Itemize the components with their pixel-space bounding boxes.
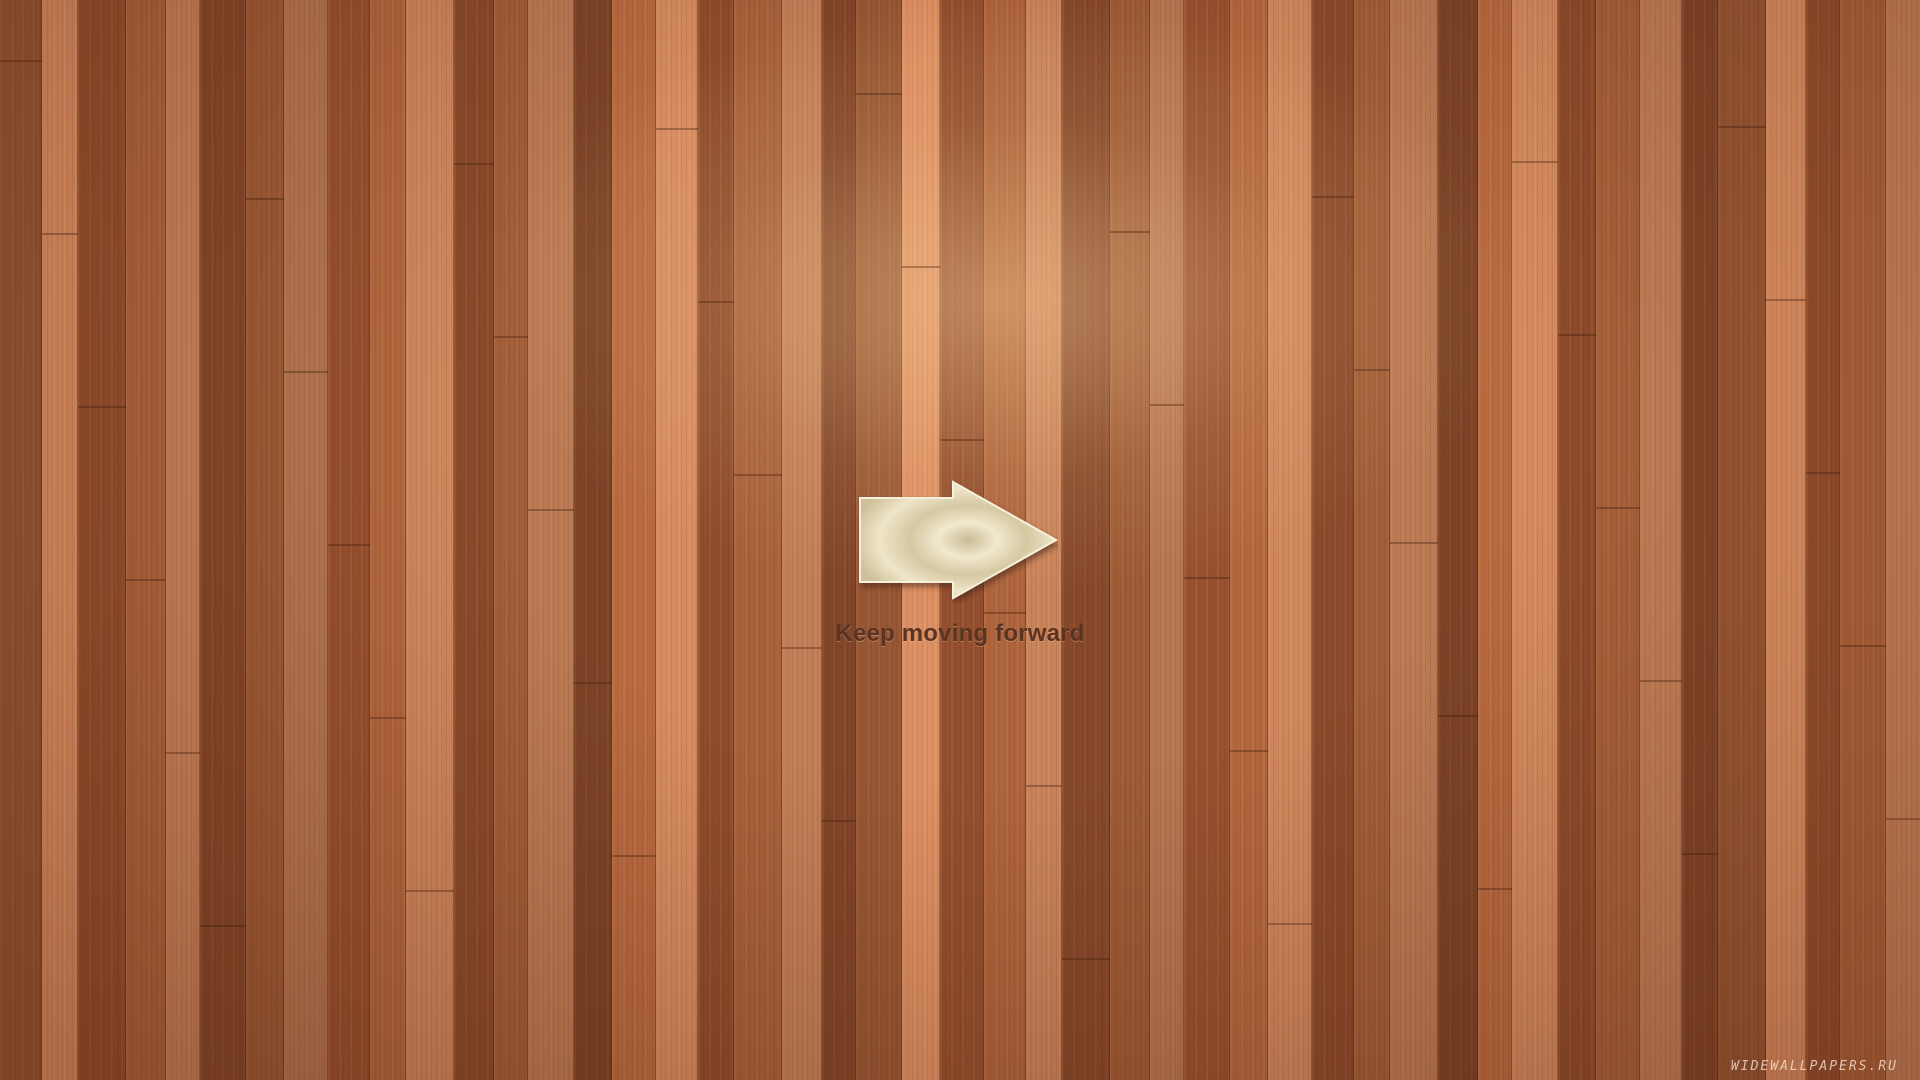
wood-plank [1354, 0, 1390, 1080]
wood-plank [822, 0, 856, 1080]
wood-plank [406, 0, 454, 1080]
wood-plank [1230, 0, 1268, 1080]
wood-plank [284, 0, 328, 1080]
plank-joint [1596, 507, 1640, 509]
wood-plank [1718, 0, 1766, 1080]
plank-joint [1512, 161, 1558, 163]
wood-plank [1806, 0, 1840, 1080]
plank-joint [1806, 472, 1840, 474]
wood-plank [1184, 0, 1230, 1080]
plank-joint [1150, 404, 1184, 406]
wood-plank [1312, 0, 1354, 1080]
wood-plank [698, 0, 734, 1080]
wood-plank [200, 0, 246, 1080]
plank-joint [328, 544, 370, 546]
plank-joint [1478, 888, 1512, 890]
plank-joint [698, 301, 734, 303]
plank-joint [574, 682, 612, 684]
plank-joint [166, 752, 200, 754]
plank-joint [1354, 369, 1390, 371]
plank-joint [284, 371, 328, 373]
plank-joint [528, 509, 574, 511]
wood-plank [528, 0, 574, 1080]
wood-plank [734, 0, 782, 1080]
watermark-logo: WIDEWALLPAPERS.RU [1730, 1059, 1898, 1074]
plank-joint [126, 579, 166, 581]
wood-plank [656, 0, 698, 1080]
plank-joint [856, 93, 902, 95]
wood-plank [574, 0, 612, 1080]
wood-plank [246, 0, 284, 1080]
wood-plank [0, 0, 42, 1080]
plank-joint [1640, 680, 1682, 682]
wood-plank [1682, 0, 1718, 1080]
wood-plank [1766, 0, 1806, 1080]
plank-joint [612, 855, 656, 857]
plank-joint [1268, 923, 1312, 925]
wood-plank [612, 0, 656, 1080]
plank-joint [940, 439, 984, 441]
plank-joint [42, 233, 78, 235]
wood-plank [454, 0, 494, 1080]
wood-plank [782, 0, 822, 1080]
plank-joint [370, 717, 406, 719]
plank-joint [734, 474, 782, 476]
plank-joint [1840, 645, 1886, 647]
plank-joint [246, 198, 284, 200]
plank-joint [1682, 853, 1718, 855]
wood-plank [1478, 0, 1512, 1080]
plank-joint [902, 266, 940, 268]
plank-joint [1062, 958, 1110, 960]
plank-joint [1184, 577, 1230, 579]
plank-joint [1390, 542, 1438, 544]
plank-joint [1558, 334, 1596, 336]
plank-joint [494, 336, 528, 338]
wood-plank [1268, 0, 1312, 1080]
plank-joint [984, 612, 1026, 614]
plank-joint [78, 406, 126, 408]
plank-joint [1110, 231, 1150, 233]
wood-plank [1062, 0, 1110, 1080]
tagline-text: Keep moving forward [835, 620, 1085, 647]
wood-plank [1596, 0, 1640, 1080]
wood-plank [370, 0, 406, 1080]
plank-joint [0, 60, 42, 62]
wood-plank [1640, 0, 1682, 1080]
plank-joint [822, 820, 856, 822]
wood-plank [328, 0, 370, 1080]
right-arrow-icon [859, 480, 1058, 600]
wood-plank [78, 0, 126, 1080]
plank-joint [1766, 299, 1806, 301]
plank-joint [406, 890, 454, 892]
wood-plank [1886, 0, 1920, 1080]
wood-plank [42, 0, 78, 1080]
wood-plank [1438, 0, 1478, 1080]
wood-plank [126, 0, 166, 1080]
wood-plank [1840, 0, 1886, 1080]
plank-joint [454, 163, 494, 165]
wood-plank [1390, 0, 1438, 1080]
wood-plank [1150, 0, 1184, 1080]
wood-plank [494, 0, 528, 1080]
wood-plank [1110, 0, 1150, 1080]
plank-joint [782, 647, 822, 649]
wood-plank [166, 0, 200, 1080]
plank-joint [1312, 196, 1354, 198]
plank-joint [1718, 126, 1766, 128]
plank-joint [1026, 785, 1062, 787]
plank-joint [1886, 818, 1920, 820]
plank-joint [1438, 715, 1478, 717]
plank-joint [656, 128, 698, 130]
plank-joint [200, 925, 246, 927]
plank-joint [1230, 750, 1268, 752]
wood-plank [1558, 0, 1596, 1080]
